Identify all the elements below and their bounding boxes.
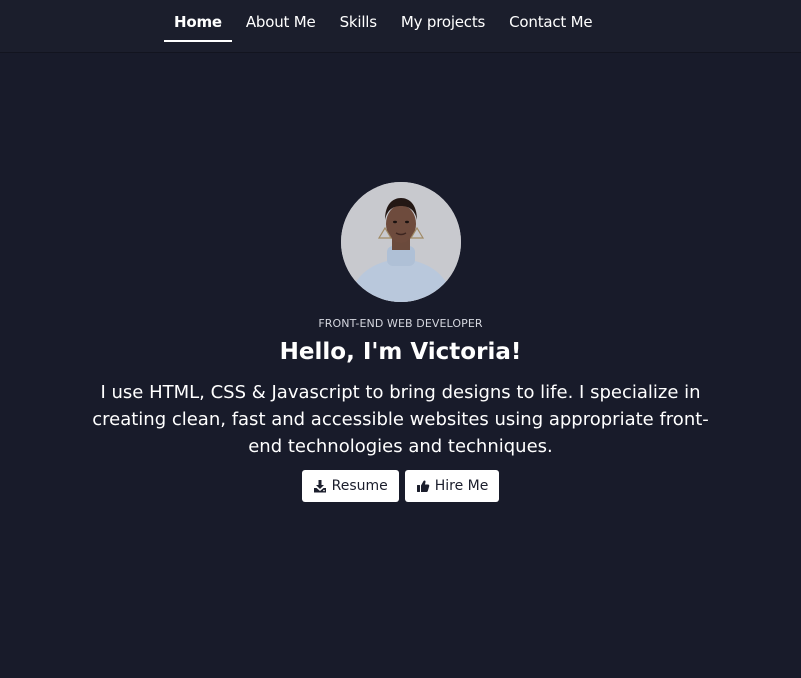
nav-item-my-projects[interactable]: My projects <box>391 0 495 42</box>
resume-button-label: Resume <box>331 478 388 494</box>
thumbs-up-icon <box>416 479 430 493</box>
nav-item-about-me[interactable]: About Me <box>236 0 326 42</box>
nav-item-skills[interactable]: Skills <box>330 0 387 42</box>
hero-section: FRONT-END WEB DEVELOPER Hello, I'm Victo… <box>0 182 801 502</box>
bio-text: I use HTML, CSS & Javascript to bring de… <box>92 382 709 457</box>
profile-photo <box>340 182 461 302</box>
resume-button[interactable]: Resume <box>301 470 399 502</box>
nav-item-contact-me[interactable]: Contact Me <box>499 0 602 42</box>
role-label: FRONT-END WEB DEVELOPER <box>318 317 483 330</box>
hire-me-button[interactable]: Hire Me <box>404 470 500 502</box>
download-icon <box>313 479 327 493</box>
navbar: Home About Me Skills My projects Contact… <box>0 0 801 52</box>
avatar <box>340 182 461 302</box>
page-title: Hello, I'm Victoria! <box>279 339 522 365</box>
hero-actions: Resume Hire Me <box>0 470 801 502</box>
nav-item-home[interactable]: Home <box>164 0 232 42</box>
nav-list: Home About Me Skills My projects Contact… <box>164 0 606 42</box>
hire-me-button-label: Hire Me <box>434 478 489 494</box>
